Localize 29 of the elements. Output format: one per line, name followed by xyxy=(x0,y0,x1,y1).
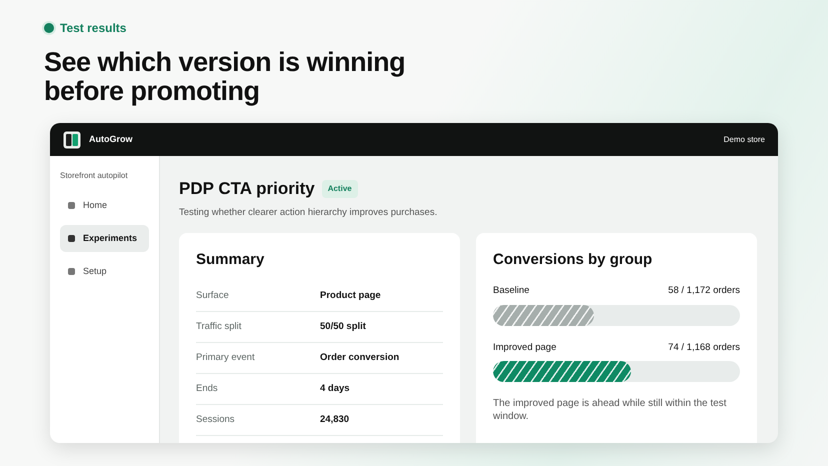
experiment-description: Testing whether clearer action hierarchy improves purchases. xyxy=(179,206,438,220)
summary-value: 4 days xyxy=(320,382,350,396)
card-title: Conversions by group xyxy=(493,250,654,270)
app-name: AutoGrow xyxy=(89,132,132,146)
sidebar-item[interactable]: Setup xyxy=(60,258,149,285)
summary-label: Primary event xyxy=(196,351,256,366)
summary-label: Traffic split xyxy=(196,320,242,334)
summary-value: 50/50 split xyxy=(320,320,366,334)
summary-value: 24,830 xyxy=(320,413,350,428)
sidebar-item[interactable]: Experiments xyxy=(60,225,149,252)
group-name: Baseline xyxy=(493,284,530,298)
eyebrow-label: Test results xyxy=(60,20,126,37)
status-badge: Active xyxy=(322,180,358,198)
group-reading: 58 / 1,172 orders xyxy=(668,284,740,298)
summary-value: Product page xyxy=(320,289,381,304)
summary-label: Surface xyxy=(196,289,230,304)
store-name: Demo store xyxy=(724,134,765,146)
group-name: Improved page xyxy=(493,340,556,354)
summary-value: Order conversion xyxy=(320,351,400,366)
conversions-note: The improved page is ahead while still within the test window. xyxy=(493,396,728,423)
logo-icon xyxy=(63,130,81,148)
experiment-title: PDP CTA priority xyxy=(179,178,315,200)
summary-label: Ends xyxy=(196,382,219,396)
summary-label: Sessions xyxy=(196,413,236,428)
card-title: Summary xyxy=(196,250,266,270)
headline: See which version is winning before promoting xyxy=(44,48,406,106)
group-reading: 74 / 1,168 orders xyxy=(668,340,740,354)
sidebar-item[interactable]: Home xyxy=(60,192,149,219)
sidebar-section-title: Storefront autopilot xyxy=(60,170,129,182)
